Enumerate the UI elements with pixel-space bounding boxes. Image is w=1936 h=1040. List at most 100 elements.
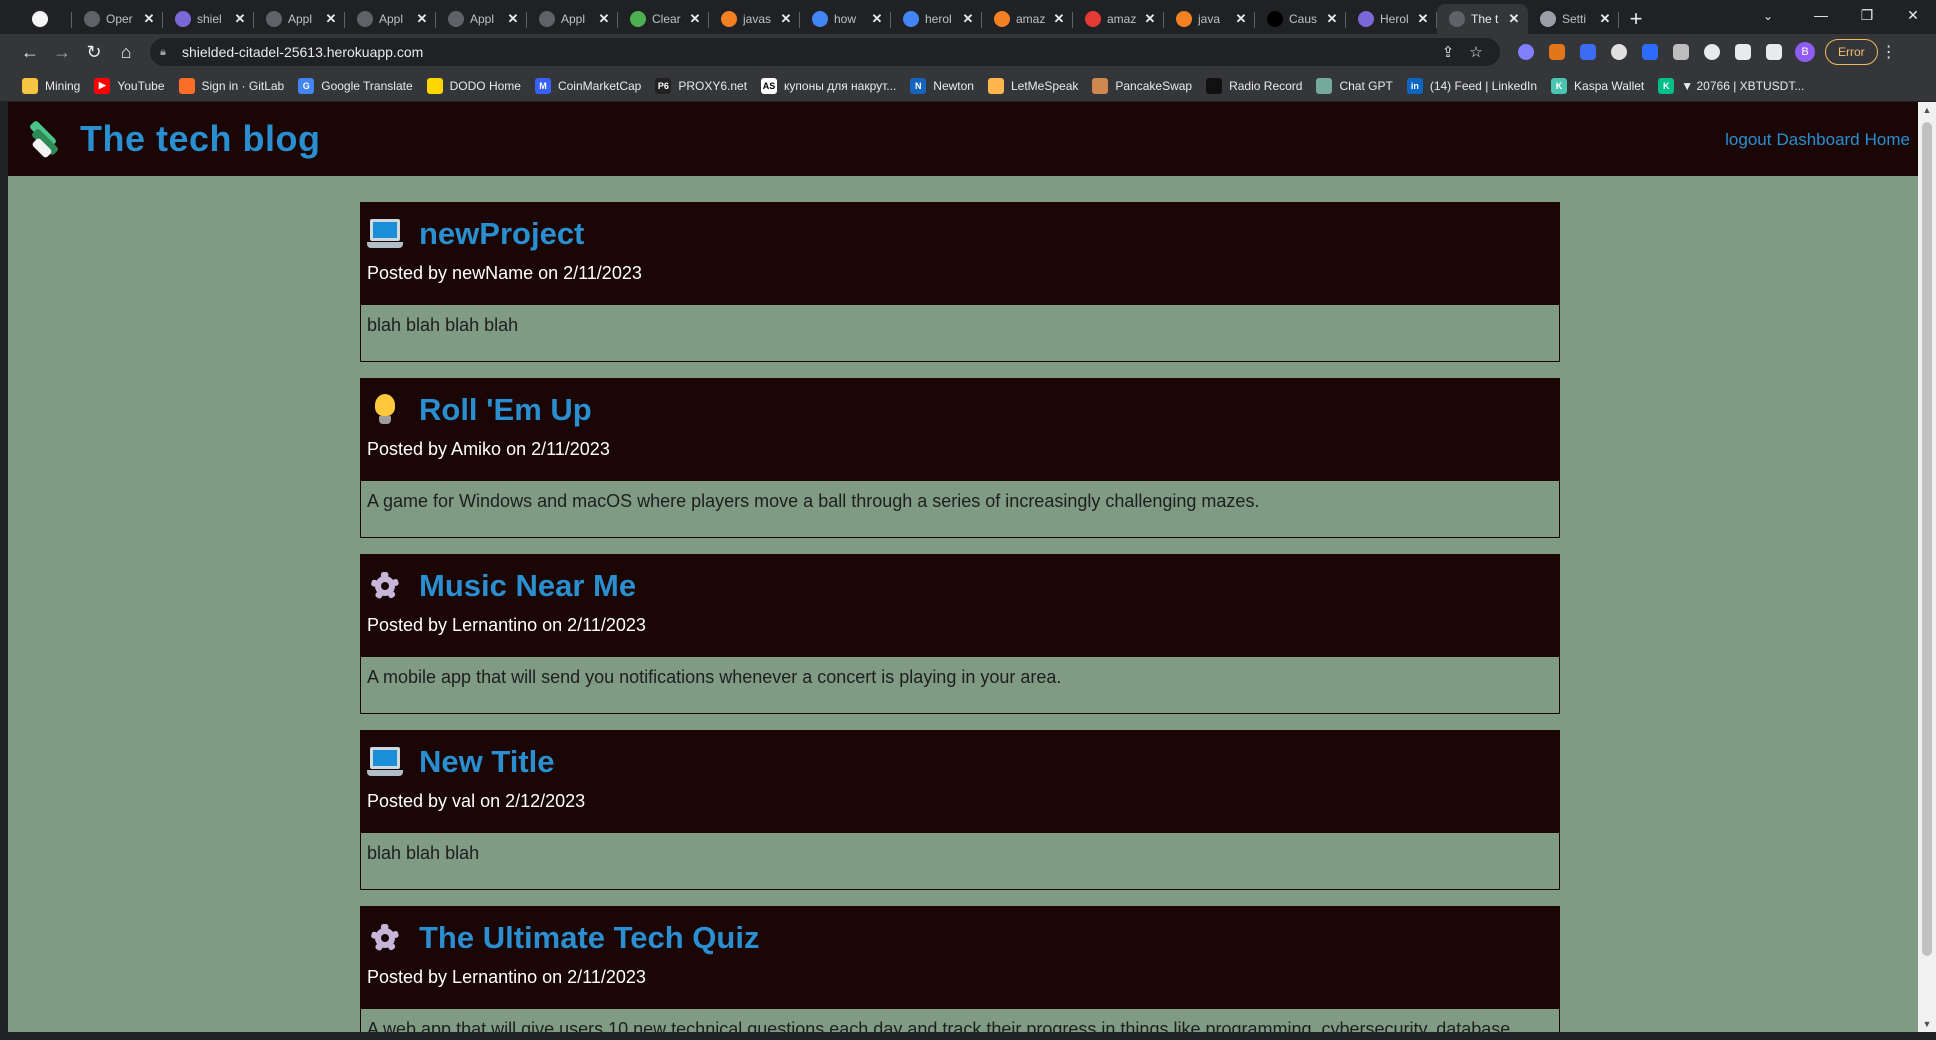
update-error-button[interactable]: Error <box>1825 39 1878 65</box>
close-icon[interactable]: ✕ <box>596 11 612 27</box>
post-title[interactable]: newProject <box>419 216 584 252</box>
close-icon[interactable]: ✕ <box>1142 11 1158 27</box>
bookmark-item[interactable]: N Newton <box>910 77 974 94</box>
lock-icon[interactable]: 🔒︎ <box>160 46 174 59</box>
close-icon[interactable]: ✕ <box>869 11 885 27</box>
scroll-up-arrow[interactable]: ▲ <box>1918 102 1936 118</box>
browser-tab[interactable]: Appl ✕ <box>254 4 345 34</box>
bookmark-item[interactable]: K ▼ 20766 | XBTUSDT... <box>1658 77 1804 94</box>
close-icon[interactable]: ✕ <box>1597 11 1613 27</box>
bookmark-item[interactable]: M CoinMarketCap <box>534 77 641 94</box>
bookmark-item[interactable]: K Kaspa Wallet <box>1551 77 1644 94</box>
back-button[interactable]: ← <box>14 36 46 68</box>
browser-tab[interactable]: how ✕ <box>800 4 891 34</box>
extension-icon[interactable] <box>1510 38 1541 66</box>
post-header: New Title Posted by val on 2/12/2023 <box>361 731 1559 833</box>
bookmark-item[interactable]: DODO Home <box>426 77 521 94</box>
close-icon[interactable]: ✕ <box>141 11 157 27</box>
close-icon[interactable]: ✕ <box>1051 11 1067 27</box>
browser-tab[interactable]: Oper ✕ <box>72 4 163 34</box>
minimize-button[interactable]: — <box>1798 0 1844 30</box>
profile-avatar[interactable]: B <box>1795 42 1815 62</box>
browser-tab[interactable]: Caus ✕ <box>1255 4 1346 34</box>
browser-tab[interactable]: Appl ✕ <box>345 4 436 34</box>
close-icon[interactable]: ✕ <box>1415 11 1431 27</box>
browser-tab[interactable]: javas ✕ <box>709 4 800 34</box>
browser-tab[interactable]: amaz ✕ <box>982 4 1073 34</box>
extension-icon[interactable] <box>1603 38 1634 66</box>
browser-tab[interactable]: Appl ✕ <box>527 4 618 34</box>
browser-tab[interactable]: Clear ✕ <box>618 4 709 34</box>
scroll-thumb[interactable] <box>1922 122 1932 956</box>
nav-dashboard-link[interactable]: Dashboard <box>1776 130 1859 150</box>
post-card[interactable]: Music Near Me Posted by Lernantino on 2/… <box>360 554 1560 714</box>
page-scrollbar[interactable]: ▲ ▼ <box>1918 102 1936 1032</box>
close-icon[interactable]: ✕ <box>960 11 976 27</box>
post-card[interactable]: Roll 'Em Up Posted by Amiko on 2/11/2023… <box>360 378 1560 538</box>
extension-icon[interactable] <box>1541 38 1572 66</box>
bookmark-star-icon[interactable]: ☆ <box>1462 43 1490 61</box>
nav-home-link[interactable]: Home <box>1865 130 1910 150</box>
browser-tab[interactable]: herol ✕ <box>891 4 982 34</box>
post-card[interactable]: New Title Posted by val on 2/12/2023 bla… <box>360 730 1560 890</box>
post-header: The Ultimate Tech Quiz Posted by Lernant… <box>361 907 1559 1009</box>
post-title[interactable]: Music Near Me <box>419 568 636 604</box>
extension-icon[interactable] <box>1758 38 1789 66</box>
reload-button[interactable]: ↻ <box>78 36 110 68</box>
close-icon[interactable]: ✕ <box>1233 11 1249 27</box>
close-icon[interactable]: ✕ <box>232 11 248 27</box>
extension-icon[interactable] <box>1665 38 1696 66</box>
scroll-down-arrow[interactable]: ▼ <box>1918 1016 1936 1032</box>
browser-tab[interactable]: The t ✕ <box>1437 4 1528 34</box>
home-button[interactable]: ⌂ <box>110 36 142 68</box>
browser-tab[interactable]: Herol ✕ <box>1346 4 1437 34</box>
share-icon[interactable]: ⇪ <box>1434 43 1462 61</box>
nav-logout-link[interactable]: logout <box>1725 130 1771 150</box>
bookmark-item[interactable]: AS купоны для накрут... <box>761 77 896 94</box>
post-title[interactable]: Roll 'Em Up <box>419 392 592 428</box>
browser-tab[interactable]: java ✕ <box>1164 4 1255 34</box>
new-tab-button[interactable]: + <box>1619 4 1653 34</box>
extension-icon[interactable] <box>1572 38 1603 66</box>
post-title[interactable]: New Title <box>419 744 555 780</box>
browser-tab[interactable]: Appl ✕ <box>436 4 527 34</box>
bookmark-item[interactable]: Chat GPT <box>1316 77 1393 94</box>
restore-button[interactable]: ❐ <box>1844 0 1890 30</box>
browser-tab[interactable] <box>20 4 72 34</box>
post-meta: Posted by val on 2/12/2023 <box>367 791 586 811</box>
browser-tab[interactable]: amaz ✕ <box>1073 4 1164 34</box>
tab-search-button[interactable]: ⌄ <box>1754 4 1782 28</box>
browser-tab[interactable]: Setti ✕ <box>1528 4 1619 34</box>
post-card[interactable]: newProject Posted by newName on 2/11/202… <box>360 202 1560 362</box>
close-icon[interactable]: ✕ <box>687 11 703 27</box>
close-icon[interactable]: ✕ <box>1324 11 1340 27</box>
post-title[interactable]: The Ultimate Tech Quiz <box>419 920 759 956</box>
post-meta: Posted by Lernantino on 2/11/2023 <box>367 967 646 987</box>
close-window-button[interactable]: ✕ <box>1890 0 1936 30</box>
extension-icon[interactable] <box>1727 38 1758 66</box>
bookmark-item[interactable]: LetMeSpeak <box>987 77 1078 94</box>
bookmark-item[interactable]: Mining <box>22 77 80 94</box>
post-card[interactable]: The Ultimate Tech Quiz Posted by Lernant… <box>360 906 1560 1032</box>
bookmark-item[interactable]: P6 PROXY6.net <box>655 77 747 94</box>
bookmark-item[interactable]: G Google Translate <box>298 77 413 94</box>
browser-tab[interactable]: shiel ✕ <box>163 4 254 34</box>
address-bar[interactable]: 🔒︎ shielded-citadel-25613.herokuapp.com … <box>150 38 1500 66</box>
browser-toolbar: ← → ↻ ⌂ 🔒︎ shielded-citadel-25613.heroku… <box>0 34 1936 70</box>
close-icon[interactable]: ✕ <box>505 11 521 27</box>
extension-icon[interactable] <box>1634 38 1665 66</box>
extension-icon[interactable] <box>1696 38 1727 66</box>
browser-menu-icon[interactable]: ⋮ <box>1878 42 1900 62</box>
close-icon[interactable]: ✕ <box>778 11 794 27</box>
url-text[interactable]: shielded-citadel-25613.herokuapp.com <box>182 44 1434 60</box>
bookmark-item[interactable]: PancakeSwap <box>1092 77 1192 94</box>
bookmark-item[interactable]: Sign in · GitLab <box>178 77 284 94</box>
bookmark-item[interactable]: ▶ YouTube <box>94 77 165 94</box>
forward-button[interactable]: → <box>46 36 78 68</box>
close-icon[interactable]: ✕ <box>323 11 339 27</box>
close-icon[interactable]: ✕ <box>1506 11 1522 27</box>
bookmark-item[interactable]: Radio Record <box>1206 77 1302 94</box>
bookmark-item[interactable]: in (14) Feed | LinkedIn <box>1406 77 1537 94</box>
close-icon[interactable]: ✕ <box>414 11 430 27</box>
post-body: blah blah blah blah <box>361 305 1559 361</box>
